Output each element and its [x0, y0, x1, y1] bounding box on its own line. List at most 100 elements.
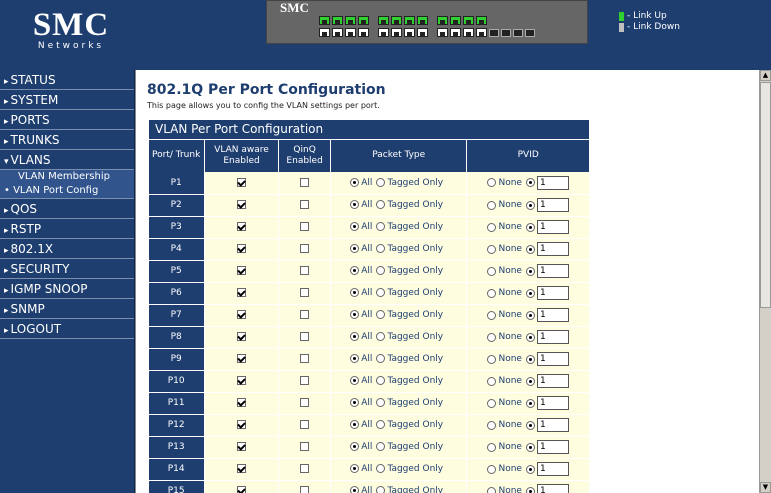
qinq-checkbox[interactable] — [300, 310, 310, 319]
packet-type-radio-tagged-only[interactable] — [376, 376, 386, 386]
sidebar-item-security[interactable]: ▸ SECURITY — [0, 259, 134, 279]
packet-type-radio-tagged-only[interactable] — [376, 486, 386, 493]
pvid-none-radio[interactable] — [487, 464, 497, 474]
qinq-checkbox[interactable] — [300, 486, 310, 493]
sidebar-subitem-vlan-membership[interactable]: VLAN Membership — [0, 170, 134, 184]
packet-type-radio-all[interactable] — [350, 376, 360, 386]
pvid-none-radio[interactable] — [487, 354, 497, 364]
pvid-none-radio[interactable] — [487, 398, 497, 408]
sidebar-item-rstp[interactable]: ▸ RSTP — [0, 219, 134, 239]
vlan-aware-checkbox[interactable] — [237, 398, 247, 407]
packet-type-radio-tagged-only[interactable] — [376, 398, 386, 408]
vlan-aware-checkbox[interactable] — [237, 177, 247, 187]
vlan-aware-checkbox[interactable] — [237, 200, 247, 209]
pvid-value-radio[interactable] — [525, 244, 535, 254]
qinq-checkbox[interactable] — [300, 266, 310, 275]
sidebar-item-802-1x[interactable]: ▸ 802.1X — [0, 239, 134, 259]
qinq-checkbox[interactable] — [300, 244, 310, 253]
pvid-none-radio[interactable] — [487, 376, 497, 386]
pvid-none-radio[interactable] — [487, 288, 497, 298]
vlan-aware-checkbox[interactable] — [237, 486, 247, 493]
pvid-value-radio[interactable] — [525, 464, 535, 474]
packet-type-radio-tagged-only[interactable] — [376, 266, 386, 276]
qinq-checkbox[interactable] — [300, 200, 310, 209]
sidebar-item-system[interactable]: ▸ SYSTEM — [0, 90, 134, 110]
pvid-value-radio[interactable] — [525, 486, 535, 493]
pvid-input[interactable]: 1 — [536, 220, 569, 234]
pvid-value-radio[interactable] — [525, 398, 535, 408]
pvid-none-radio[interactable] — [487, 200, 497, 210]
pvid-value-radio[interactable] — [525, 420, 535, 430]
pvid-value-radio[interactable] — [525, 376, 535, 386]
sidebar-item-ports[interactable]: ▸ PORTS — [0, 110, 134, 130]
scroll-thumb[interactable] — [760, 82, 771, 308]
vlan-aware-checkbox[interactable] — [237, 244, 247, 253]
pvid-input[interactable]: 1 — [536, 175, 569, 190]
pvid-input[interactable]: 1 — [536, 352, 569, 366]
vlan-aware-checkbox[interactable] — [237, 310, 247, 319]
pvid-value-radio[interactable] — [525, 442, 535, 452]
pvid-value-radio[interactable] — [525, 310, 535, 320]
pvid-none-radio[interactable] — [487, 420, 497, 430]
packet-type-radio-all[interactable] — [350, 464, 360, 474]
pvid-value-radio[interactable] — [525, 354, 535, 364]
pvid-value-radio[interactable] — [525, 332, 535, 342]
pvid-input[interactable]: 1 — [536, 330, 569, 344]
packet-type-radio-tagged-only[interactable] — [376, 354, 386, 364]
pvid-input[interactable]: 1 — [536, 484, 569, 493]
pvid-none-radio[interactable] — [487, 310, 497, 320]
scroll-up-icon[interactable]: ▲ — [760, 70, 771, 81]
packet-type-radio-tagged-only[interactable] — [376, 222, 386, 232]
pvid-none-radio[interactable] — [487, 332, 497, 342]
pvid-input[interactable]: 1 — [536, 374, 569, 388]
sidebar-item-vlans[interactable]: ▾ VLANS — [0, 150, 134, 170]
pvid-value-radio[interactable] — [525, 288, 535, 298]
vertical-scrollbar[interactable]: ▲ ▼ — [759, 70, 771, 493]
packet-type-radio-all[interactable] — [350, 222, 360, 232]
vlan-aware-checkbox[interactable] — [237, 354, 247, 363]
packet-type-radio-tagged-only[interactable] — [376, 288, 386, 298]
pvid-input[interactable]: 1 — [536, 264, 569, 278]
packet-type-radio-tagged-only[interactable] — [376, 332, 386, 342]
pvid-input[interactable]: 1 — [536, 396, 569, 410]
qinq-checkbox[interactable] — [300, 354, 310, 363]
scroll-down-icon[interactable]: ▼ — [760, 482, 771, 493]
vlan-aware-checkbox[interactable] — [237, 376, 247, 385]
sidebar-item-logout[interactable]: ▸ LOGOUT — [0, 319, 134, 339]
pvid-input[interactable]: 1 — [536, 462, 569, 476]
pvid-input[interactable]: 1 — [536, 440, 569, 454]
packet-type-radio-all[interactable] — [350, 332, 360, 342]
packet-type-radio-tagged-only[interactable] — [376, 244, 386, 254]
pvid-none-radio[interactable] — [487, 486, 497, 493]
packet-type-radio-all[interactable] — [350, 200, 360, 210]
sidebar-item-snmp[interactable]: ▸ SNMP — [0, 299, 134, 319]
vlan-aware-checkbox[interactable] — [237, 464, 247, 473]
pvid-input[interactable]: 1 — [536, 308, 569, 322]
pvid-input[interactable]: 1 — [536, 286, 569, 300]
qinq-checkbox[interactable] — [300, 177, 310, 187]
qinq-checkbox[interactable] — [300, 332, 310, 341]
qinq-checkbox[interactable] — [300, 442, 310, 451]
qinq-checkbox[interactable] — [300, 420, 310, 429]
pvid-input[interactable]: 1 — [536, 418, 569, 432]
vlan-aware-checkbox[interactable] — [237, 266, 247, 275]
packet-type-radio-tagged-only[interactable] — [376, 420, 386, 430]
vlan-aware-checkbox[interactable] — [237, 442, 247, 451]
packet-type-radio-all[interactable] — [350, 486, 360, 493]
sidebar-item-status[interactable]: ▸ STATUS — [0, 70, 134, 90]
packet-type-radio-all[interactable] — [350, 420, 360, 430]
packet-type-radio-all[interactable] — [350, 288, 360, 298]
pvid-none-radio[interactable] — [487, 178, 497, 188]
packet-type-radio-all[interactable] — [350, 354, 360, 364]
packet-type-radio-tagged-only[interactable] — [376, 178, 386, 187]
qinq-checkbox[interactable] — [300, 376, 310, 385]
qinq-checkbox[interactable] — [300, 222, 310, 231]
pvid-value-radio[interactable] — [525, 178, 535, 188]
vlan-aware-checkbox[interactable] — [237, 332, 247, 341]
pvid-value-radio[interactable] — [525, 200, 535, 210]
packet-type-radio-all[interactable] — [350, 398, 360, 408]
qinq-checkbox[interactable] — [300, 464, 310, 473]
pvid-none-radio[interactable] — [487, 244, 497, 254]
pvid-input[interactable]: 1 — [536, 198, 569, 212]
sidebar-item-igmp-snoop[interactable]: ▸ IGMP SNOOP — [0, 279, 134, 299]
